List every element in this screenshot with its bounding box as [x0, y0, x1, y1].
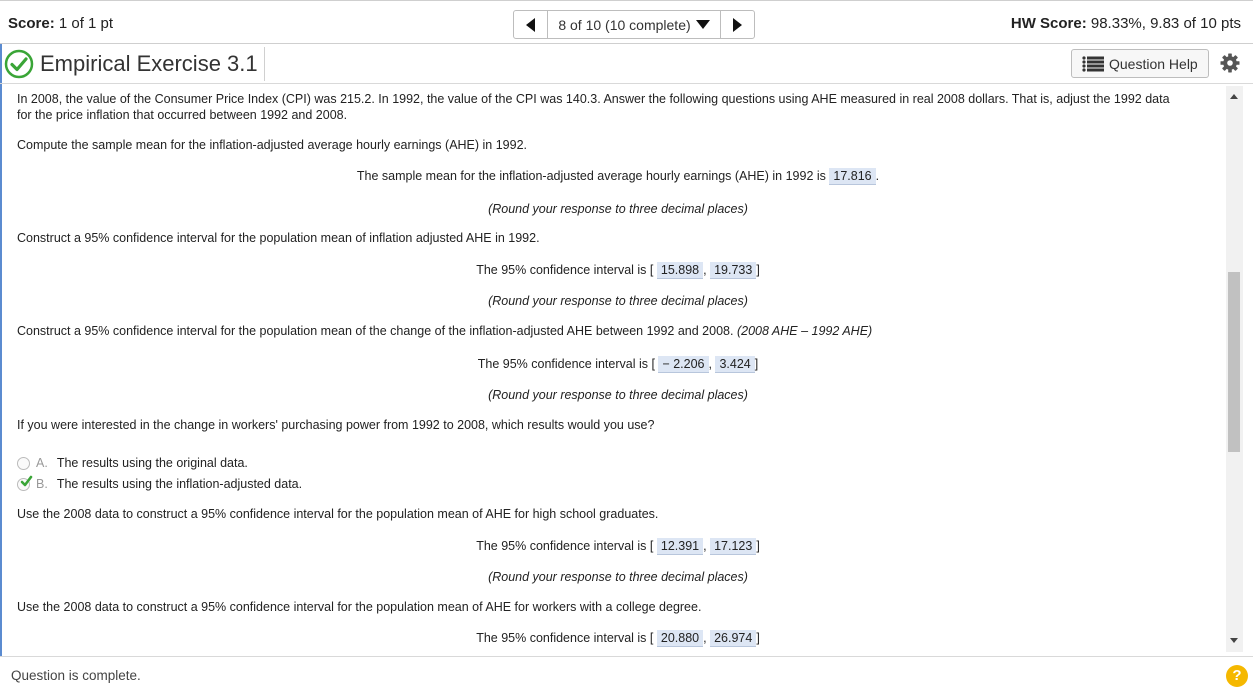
list-icon [1082, 55, 1104, 72]
answer-5-low: 12.391 [656, 538, 704, 555]
answer-6-low: 20.880 [656, 630, 704, 647]
answer-5-high: 17.123 [710, 538, 757, 555]
ci-separator: , [703, 631, 707, 645]
option-a-radio[interactable] [17, 456, 30, 470]
question-3: Construct a 95% confidence interval for … [17, 324, 872, 338]
title-box: Empirical Exercise 3.1 [4, 47, 265, 81]
exercise-title: Empirical Exercise 3.1 [40, 51, 258, 76]
option-b[interactable]: B. The results using the inflation-adjus… [17, 475, 303, 491]
score-label: Score: [8, 15, 55, 32]
ci-close: ] [756, 631, 760, 645]
question-help-button[interactable]: Question Help [1071, 49, 1209, 78]
option-b-radio[interactable] [17, 475, 33, 491]
question-3-note: (2008 AHE – 1992 AHE) [736, 324, 873, 338]
ci-separator: , [708, 357, 712, 371]
option-b-letter: B. [36, 477, 48, 491]
answer-1-line: The sample mean for the inflation-adjust… [0, 168, 1226, 185]
gear-icon[interactable] [1220, 53, 1240, 73]
question-content: In 2008, the value of the Consumer Price… [0, 86, 1226, 652]
answer-1-suffix: . [875, 169, 880, 183]
score-value: 1 of 1 pt [58, 15, 114, 32]
answer-6-high: 26.974 [710, 630, 757, 647]
ci-close: ] [754, 357, 759, 371]
answer-3-high: 3.424 [715, 356, 755, 373]
answer-5-line: The 95% confidence interval is [ 12.391,… [0, 538, 1226, 555]
option-a[interactable]: A. The results using the original data. [17, 456, 248, 470]
question-1: Compute the sample mean for the inflatio… [17, 138, 528, 152]
check-icon [20, 475, 33, 486]
option-a-text: The results using the original data. [56, 456, 248, 470]
round-note-3: (Round your response to three decimal pl… [488, 388, 748, 402]
chevron-down-icon [695, 20, 710, 29]
question-3-text: Construct a 95% confidence interval for … [17, 324, 734, 338]
next-question-button[interactable] [720, 11, 754, 38]
intro-line-2: for the price inflation that occurred be… [17, 108, 348, 122]
option-b-text: The results using the inflation-adjusted… [56, 477, 303, 491]
answer-2-high: 19.733 [710, 262, 757, 279]
question-help-label: Question Help [1109, 55, 1198, 72]
help-icon[interactable]: ? [1226, 665, 1248, 687]
ci-separator: , [703, 263, 707, 277]
answer-2-low: 15.898 [656, 262, 704, 279]
ci-prefix: The 95% confidence interval is [ [476, 539, 654, 553]
vertical-scrollbar[interactable] [1226, 86, 1243, 652]
previous-question-button[interactable] [514, 11, 548, 38]
option-a-letter: A. [36, 456, 48, 470]
ci-prefix: The 95% confidence interval is [ [476, 263, 654, 277]
intro-line-1: In 2008, the value of the Consumer Price… [17, 92, 1170, 106]
answer-3-low: − 2.206 [658, 356, 709, 373]
answer-1-prefix: The sample mean for the inflation-adjust… [356, 169, 826, 183]
hw-score-label: HW Score: [1010, 15, 1087, 32]
round-note-1: (Round your response to three decimal pl… [488, 202, 748, 216]
answer-3-line: The 95% confidence interval is [ − 2.206… [0, 356, 1226, 373]
score: Score: 1 of 1 pt [8, 15, 113, 32]
ci-prefix: The 95% confidence interval is [ [476, 631, 654, 645]
ci-prefix: The 95% confidence interval is [ [477, 357, 655, 371]
scrollbar-thumb[interactable] [1228, 272, 1240, 452]
scroll-down-arrow-icon[interactable] [1230, 638, 1238, 643]
left-arrow-icon [526, 17, 535, 32]
right-arrow-icon [733, 17, 742, 32]
answer-6-line: The 95% confidence interval is [ 20.880,… [0, 630, 1226, 647]
score-bar: Score: 1 of 1 pt 8 of 10 (10 complete) H… [0, 0, 1253, 44]
answer-2-line: The 95% confidence interval is [ 15.898,… [0, 262, 1226, 279]
ci-close: ] [756, 263, 760, 277]
question-position-dropdown[interactable]: 8 of 10 (10 complete) [548, 11, 720, 38]
status-text: Question is complete. [11, 668, 141, 683]
footer: Question is complete. ? [0, 656, 1253, 695]
question-6: Use the 2008 data to construct a 95% con… [17, 600, 702, 614]
question-position: 8 of 10 (10 complete) [558, 16, 691, 33]
ci-separator: , [703, 539, 707, 553]
question-navigator: 8 of 10 (10 complete) [513, 10, 755, 39]
round-note-5: (Round your response to three decimal pl… [488, 570, 748, 584]
hw-score-value: 98.33%, 9.83 of 10 pts [1090, 15, 1241, 32]
answer-1-value: 17.816 [829, 168, 876, 185]
question-4: If you were interested in the change in … [17, 418, 655, 432]
question-2: Construct a 95% confidence interval for … [17, 231, 540, 245]
hw-score: HW Score: 98.33%, 9.83 of 10 pts [1011, 15, 1241, 32]
scroll-up-arrow-icon[interactable] [1230, 94, 1238, 99]
question-5: Use the 2008 data to construct a 95% con… [17, 507, 659, 521]
check-circle-icon [4, 49, 34, 79]
title-bar: Empirical Exercise 3.1 Question Help [0, 44, 1253, 84]
ci-close: ] [756, 539, 760, 553]
round-note-2: (Round your response to three decimal pl… [488, 294, 748, 308]
